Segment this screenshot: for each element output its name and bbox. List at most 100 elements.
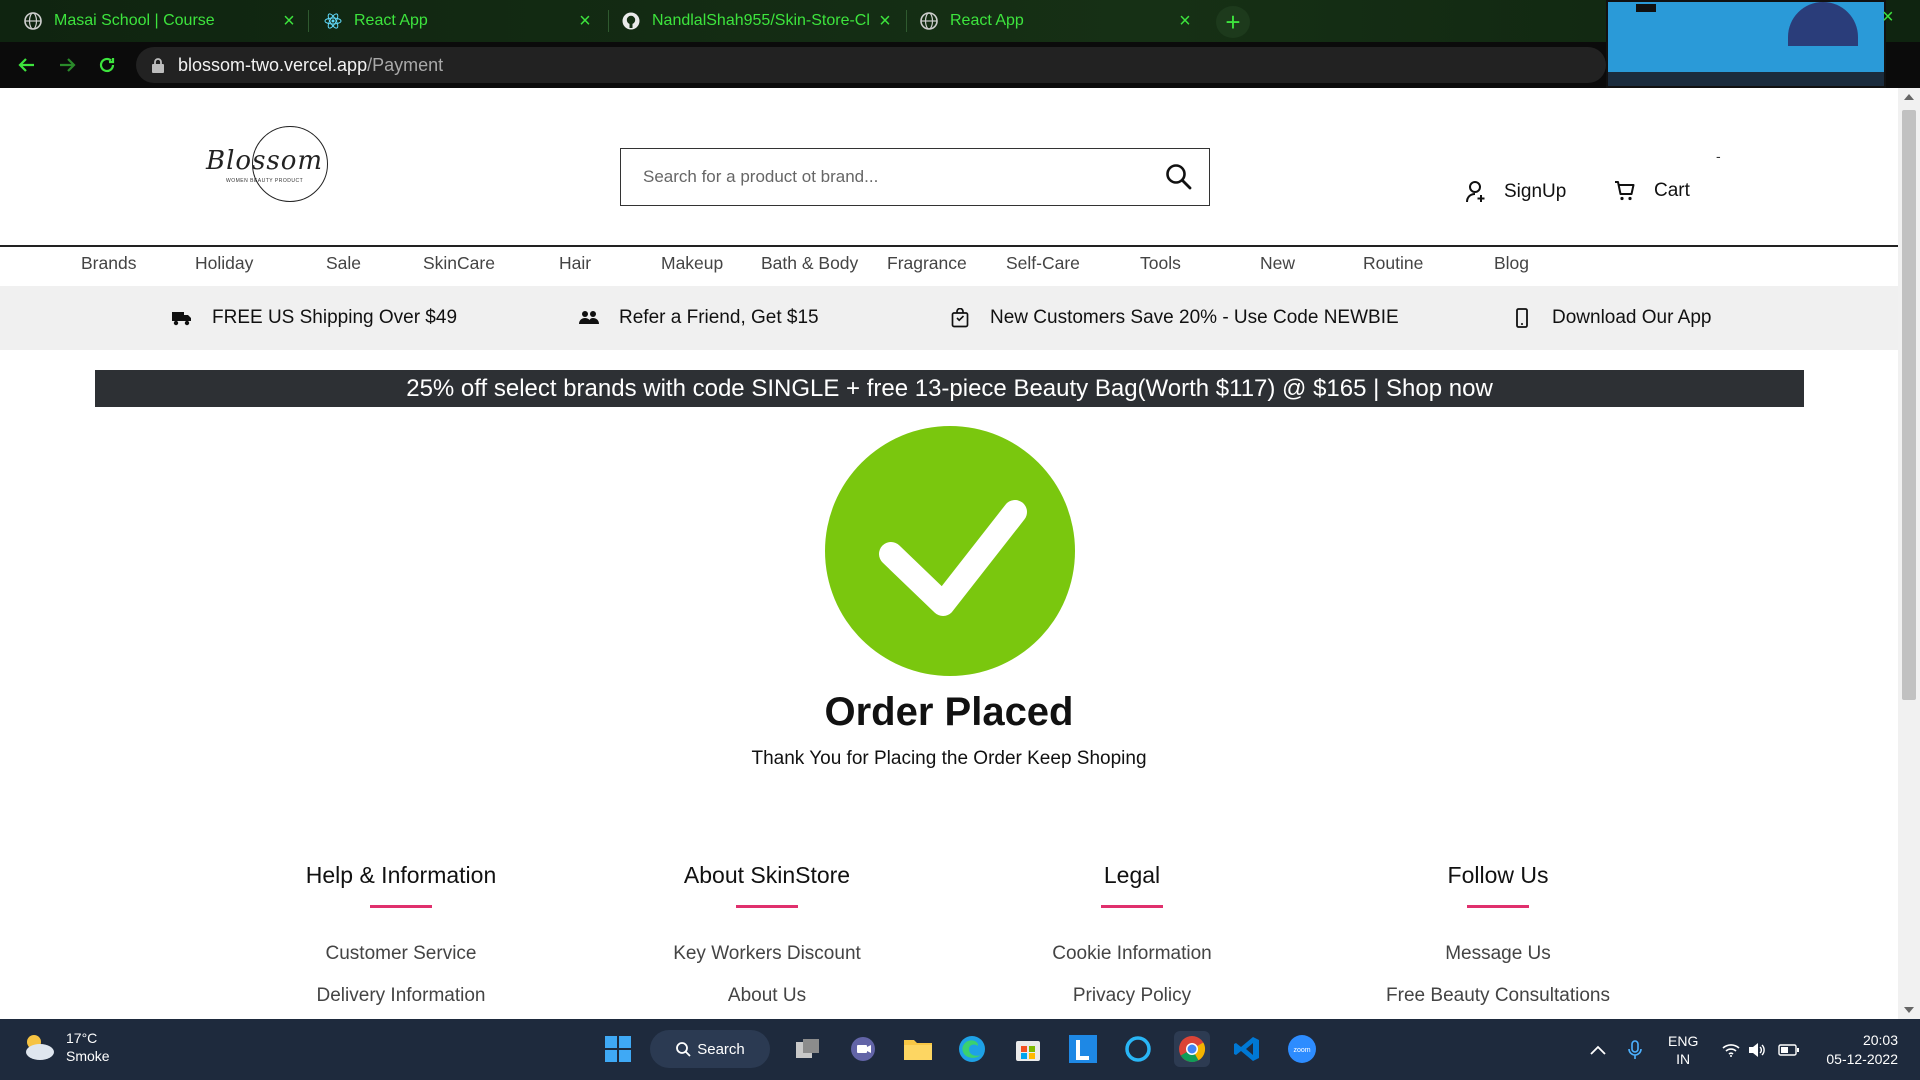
scrollbar-thumb[interactable] (1902, 110, 1916, 700)
svg-text:zoom: zoom (1293, 1047, 1310, 1054)
back-arrow-icon[interactable] (12, 50, 42, 80)
show-hidden-icons[interactable] (1590, 1019, 1606, 1080)
footer-link[interactable]: Free Beauty Consultations (1328, 985, 1668, 1007)
page-scrollbar[interactable] (1898, 88, 1920, 1019)
check-icon (825, 426, 1075, 676)
github-icon (622, 12, 640, 30)
footer-heading: Follow Us (1447, 862, 1549, 888)
promo-text: FREE US Shipping Over $49 (212, 307, 458, 328)
cart-button[interactable]: Cart (1614, 180, 1690, 202)
bag-icon (950, 308, 970, 328)
cart-icon (1614, 180, 1636, 202)
heading-underline (1101, 905, 1163, 908)
system-clock[interactable]: 20:03 05-12-2022 (1818, 1031, 1898, 1069)
zoom-icon[interactable]: zoom (1284, 1031, 1320, 1067)
browser-tab-4[interactable]: React App × (920, 0, 1196, 42)
weather-desc: Smoke (66, 1048, 110, 1064)
footer-link[interactable]: Privacy Policy (962, 985, 1302, 1007)
page-content: Blossom WOMEN BEAUTY PRODUCT SignUp Cart… (0, 88, 1898, 1019)
footer-link[interactable]: About Us (597, 985, 937, 1007)
globe-icon (920, 12, 938, 30)
signup-button[interactable]: SignUp (1466, 180, 1566, 204)
close-tab-icon[interactable]: × (1174, 0, 1196, 42)
blossom-logo[interactable]: Blossom WOMEN BEAUTY PRODUCT (206, 126, 328, 206)
volume-icon[interactable] (1748, 1019, 1766, 1080)
taskbar-search-label: Search (697, 1040, 745, 1058)
offer-banner[interactable]: 25% off select brands with code SINGLE +… (95, 370, 1804, 407)
close-tab-icon[interactable]: × (874, 0, 896, 42)
footer-link[interactable]: Customer Service (231, 943, 571, 965)
footer-column-follow: Follow Us Message Us Free Beauty Consult… (1328, 862, 1668, 1007)
nav-item-blog[interactable]: Blog (1494, 253, 1529, 274)
browser-tab-2[interactable]: React App × (324, 0, 596, 42)
footer-link[interactable]: Key Workers Discount (597, 943, 937, 965)
browser-tab-3[interactable]: NandlalShah955/Skin-Store-Clon × (622, 0, 896, 42)
logo-tagline: WOMEN BEAUTY PRODUCT (226, 178, 304, 184)
l-app-icon[interactable] (1065, 1031, 1101, 1067)
file-explorer-icon[interactable] (900, 1031, 936, 1067)
video-call-thumbnail[interactable] (1606, 0, 1886, 88)
footer-link[interactable]: Message Us (1328, 943, 1668, 965)
nav-item-holiday[interactable]: Holiday (195, 253, 253, 274)
cart-label: Cart (1654, 180, 1690, 201)
new-tab-button[interactable]: + (1216, 6, 1250, 38)
url-bar[interactable]: blossom-two.vercel.app/Payment (136, 47, 1606, 83)
nav-item-routine[interactable]: Routine (1363, 253, 1423, 274)
teams-chat-icon[interactable] (845, 1031, 881, 1067)
promo-app[interactable]: Download Our App (1512, 286, 1712, 350)
nav-item-skincare[interactable]: SkinCare (423, 253, 495, 274)
microsoft-store-icon[interactable] (1010, 1031, 1046, 1067)
browser-tab-1[interactable]: Masai School | Course × (24, 0, 300, 42)
tab-title: NandlalShah955/Skin-Store-Clon (652, 12, 870, 29)
nav-item-fragrance[interactable]: Fragrance (887, 253, 967, 274)
phone-icon (1512, 308, 1532, 328)
cortana-icon[interactable] (1120, 1031, 1156, 1067)
nav-item-tools[interactable]: Tools (1140, 253, 1181, 274)
nav-item-sale[interactable]: Sale (326, 253, 361, 274)
taskbar-search-button[interactable]: Search (650, 1030, 770, 1068)
promo-shipping[interactable]: FREE US Shipping Over $49 (172, 286, 457, 350)
task-view-icon[interactable] (790, 1031, 826, 1067)
chrome-icon[interactable] (1174, 1031, 1210, 1067)
nav-item-brands[interactable]: Brands (81, 253, 136, 274)
close-tab-icon[interactable]: × (574, 0, 596, 42)
close-pip-icon[interactable]: × (1882, 6, 1894, 29)
footer-link[interactable]: Cookie Information (962, 943, 1302, 965)
nav-item-hair[interactable]: Hair (559, 253, 591, 274)
cart-count: - (1716, 148, 1721, 164)
close-tab-icon[interactable]: × (278, 0, 300, 42)
footer-heading: Help & Information (305, 862, 497, 888)
tab-title: React App (354, 12, 428, 29)
footer-heading: Legal (1103, 862, 1161, 888)
lock-icon[interactable] (150, 57, 166, 73)
windows-start-icon[interactable] (600, 1031, 636, 1067)
nav-item-bath-body[interactable]: Bath & Body (761, 253, 858, 274)
nav-item-new[interactable]: New (1260, 253, 1295, 274)
footer-column-about: About SkinStore Key Workers Discount Abo… (597, 862, 937, 1007)
battery-icon[interactable] (1778, 1019, 1800, 1080)
nav-item-self-care[interactable]: Self-Care (1006, 253, 1080, 274)
search-icon[interactable] (1149, 149, 1209, 205)
promo-refer[interactable]: Refer a Friend, Get $15 (579, 286, 819, 350)
weather-widget[interactable]: 17°C Smoke (20, 1029, 110, 1065)
globe-icon (24, 12, 42, 30)
nav-item-makeup[interactable]: Makeup (661, 253, 723, 274)
search-input[interactable] (621, 149, 1149, 205)
clock-time: 20:03 (1862, 1032, 1898, 1048)
promo-newbie[interactable]: New Customers Save 20% - Use Code NEWBIE (950, 286, 1399, 350)
forward-arrow-icon[interactable] (52, 50, 82, 80)
wifi-icon[interactable] (1722, 1019, 1740, 1080)
url-path: /Payment (367, 54, 444, 75)
edge-browser-icon[interactable] (954, 1031, 990, 1067)
logo-text: Blossom (206, 146, 324, 176)
vscode-icon[interactable] (1229, 1031, 1265, 1067)
reload-icon[interactable] (92, 50, 122, 80)
footer-link[interactable]: Delivery Information (231, 985, 571, 1007)
promo-strip: FREE US Shipping Over $49 Refer a Friend… (0, 286, 1898, 350)
user-add-icon (1466, 180, 1488, 204)
category-nav: Brands Holiday Sale SkinCare Hair Makeup… (0, 245, 1898, 287)
microphone-icon[interactable] (1628, 1019, 1642, 1080)
footer-heading: About SkinStore (683, 862, 851, 888)
cloud-icon (20, 1032, 56, 1062)
language-indicator[interactable]: ENG IN (1668, 1019, 1698, 1080)
